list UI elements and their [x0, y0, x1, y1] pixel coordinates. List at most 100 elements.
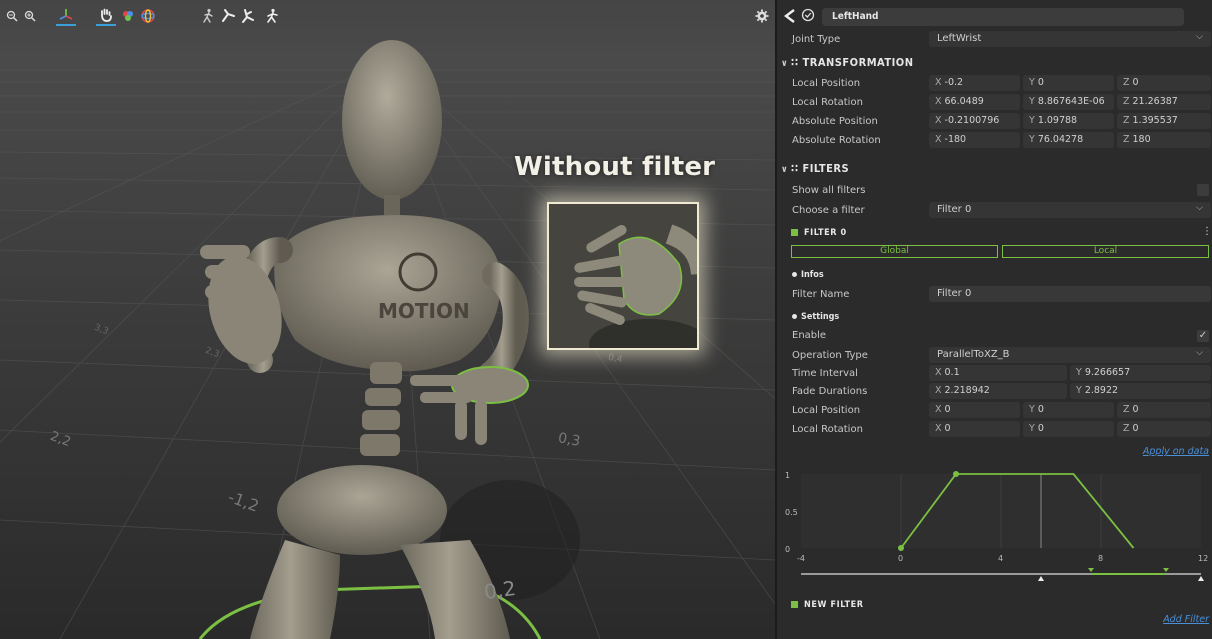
gear-icon[interactable]	[752, 6, 772, 26]
transformation-section-header[interactable]: ∨ ∷ TRANSFORMATION	[781, 56, 914, 74]
range-end-marker	[1163, 568, 1169, 572]
enable-checkbox[interactable]: ✓	[1197, 330, 1209, 342]
filter-local-rotation-z[interactable]: Z0	[1117, 421, 1211, 437]
transform-row: Local Position X -0.2 Y 0 Z 0	[777, 75, 1212, 93]
inspector-header: LeftHand	[777, 6, 1212, 28]
3d-viewport[interactable]: MOTION 2,2 -1,2 0,3 0,2 3,3 2,3 0,4 With…	[0, 0, 775, 639]
transform-z-field[interactable]: Z 180	[1117, 132, 1211, 148]
transform-y-field[interactable]: Y 76.04278	[1023, 132, 1114, 148]
filter-local-position-x[interactable]: X0	[929, 402, 1020, 418]
range-start-marker	[1088, 568, 1094, 572]
show-all-filters-checkbox[interactable]	[1197, 184, 1209, 196]
figure-walk-icon[interactable]	[198, 6, 218, 26]
enable-label: Enable	[792, 330, 827, 341]
transform-z-field[interactable]: Z 21.26387	[1117, 94, 1211, 110]
operation-type-label: Operation Type	[792, 350, 868, 361]
filter-local-rotation-y[interactable]: Y0	[1023, 421, 1114, 437]
filter-color-square	[791, 229, 798, 236]
time-cursor-marker	[1038, 576, 1044, 581]
filter-local-position-z[interactable]: Z0	[1117, 402, 1211, 418]
infos-title: Infos	[801, 270, 824, 280]
inset-preview	[547, 202, 699, 350]
transform-x-field[interactable]: X -0.2	[929, 75, 1020, 91]
figure-arm-icon[interactable]	[218, 6, 238, 26]
filter-menu-icon[interactable]: ⋮	[1202, 226, 1212, 237]
transform-y-field[interactable]: Y0	[1023, 75, 1114, 91]
joint-type-value: LeftWrist	[937, 33, 982, 44]
logo-text: MOTION	[378, 299, 470, 323]
add-filter-link[interactable]: Add Filter	[1163, 614, 1209, 625]
figure-run-icon[interactable]	[262, 6, 282, 26]
operation-type-value: ParallelToXZ_B	[937, 349, 1010, 360]
curve-x-tick-label: -4	[797, 554, 805, 563]
fade-durations-row: Fade Durations X 2.218942 Y 2.8922	[777, 383, 1212, 401]
filter-0-header: FILTER 0	[791, 228, 847, 238]
filter-local-rotation-label: Local Rotation	[792, 424, 863, 435]
filters-section-header[interactable]: ∨ ∷ FILTERS	[781, 162, 849, 180]
infos-subheader: Infos	[792, 270, 824, 280]
curve-keyframe	[953, 471, 959, 477]
time-interval-x-field[interactable]: X 0.1	[929, 365, 1067, 381]
transform-row-label: Absolute Position	[792, 116, 878, 127]
choose-filter-dropdown[interactable]: Filter 0 ⌵	[929, 202, 1211, 218]
joint-type-dropdown[interactable]: LeftWrist ⌵	[929, 31, 1211, 47]
transform-z-field[interactable]: Z 1.395537	[1117, 113, 1211, 129]
transform-row-label: Absolute Rotation	[792, 135, 881, 146]
grip-icon: ∷	[791, 56, 799, 69]
hand-pose-icon[interactable]	[96, 6, 116, 26]
time-interval-y-field[interactable]: Y 9.266657	[1070, 365, 1211, 381]
transform-row-label: Local Position	[792, 78, 861, 89]
operation-type-dropdown[interactable]: ParallelToXZ_B ⌵	[929, 347, 1211, 363]
transform-x-field[interactable]: X -180	[929, 132, 1020, 148]
caret-down-icon: ∨	[781, 59, 789, 69]
tab-global[interactable]: Global	[791, 245, 998, 258]
apply-on-data-link[interactable]: Apply on data	[1143, 446, 1209, 457]
joint-type-label: Joint Type	[792, 34, 841, 45]
curve-x-tick-label: 0	[898, 554, 903, 563]
curve-y-tick-label: 0.5	[785, 508, 798, 517]
chevron-down-icon: ⌵	[1196, 348, 1203, 358]
zoom-out-icon[interactable]	[2, 6, 22, 26]
lock-toggle-icon[interactable]	[801, 8, 815, 22]
filter-local-position-y[interactable]: Y0	[1023, 402, 1114, 418]
figure-kneel-icon[interactable]	[238, 6, 258, 26]
inset-hand-render	[549, 204, 697, 348]
transformation-title: TRANSFORMATION	[802, 56, 914, 69]
curve-y-tick-label: 0	[785, 545, 790, 554]
filter-local-rotation-x[interactable]: X0	[929, 421, 1020, 437]
joint-icon	[783, 8, 797, 24]
transform-x-field[interactable]: X 66.0489	[929, 94, 1020, 110]
transform-y-field[interactable]: Y 1.09788	[1023, 113, 1114, 129]
chevron-down-icon: ⌵	[1196, 32, 1203, 42]
tab-local[interactable]: Local	[1002, 245, 1209, 258]
choose-filter-row: Choose a filter Filter 0 ⌵	[777, 202, 1212, 220]
transform-row: Local Rotation X 66.0489 Y 8.867643E-06 Z 21.2…	[777, 94, 1212, 112]
filter-local-rotation-row: Local Rotation X0 Y0 Z0	[777, 421, 1212, 439]
fade-y-field[interactable]: Y 2.8922	[1070, 383, 1211, 399]
operation-type-row: Operation Type ParallelToXZ_B ⌵	[777, 347, 1212, 365]
transform-row: Absolute Rotation X -180 Y 76.04278 Z 180	[777, 132, 1212, 150]
inspector-panel: LeftHand Joint Type LeftWrist ⌵ ∨ ∷ TRANSF…	[775, 0, 1212, 639]
filter-local-position-row: Local Position X0 Y0 Z0	[777, 402, 1212, 420]
filter-0-title: FILTER 0	[804, 228, 847, 238]
bullet-icon	[792, 314, 797, 319]
time-interval-row: Time Interval X 0.1 Y 9.266657	[777, 365, 1212, 383]
show-all-filters-label: Show all filters	[792, 185, 866, 196]
transform-z-field[interactable]: Z0	[1117, 75, 1211, 91]
joint-type-row: Joint Type LeftWrist ⌵	[777, 31, 1212, 49]
color-wheel-icon[interactable]	[118, 6, 138, 26]
fade-x-field[interactable]: X 2.218942	[929, 383, 1067, 399]
zoom-in-icon[interactable]	[20, 6, 40, 26]
axis-gizmo-icon[interactable]	[56, 6, 76, 26]
object-name-field[interactable]: LeftHand	[822, 8, 1184, 26]
transform-x-field[interactable]: X -0.2100796	[929, 113, 1020, 129]
curve-y-tick-label: 1	[785, 471, 790, 480]
gizmo-rings-icon[interactable]	[138, 6, 158, 26]
fade-curve-editor[interactable]: 1 0.5 0 -4 0 4 8 12	[781, 462, 1211, 590]
curve-x-tick-label: 8	[1098, 554, 1103, 563]
grid-label: 0,2	[482, 575, 518, 605]
filter-name-field[interactable]: Filter 0	[929, 286, 1211, 302]
filter-name-row: Filter Name Filter 0	[777, 286, 1212, 304]
bullet-icon	[792, 272, 797, 277]
transform-y-field[interactable]: Y 8.867643E-06	[1023, 94, 1114, 110]
